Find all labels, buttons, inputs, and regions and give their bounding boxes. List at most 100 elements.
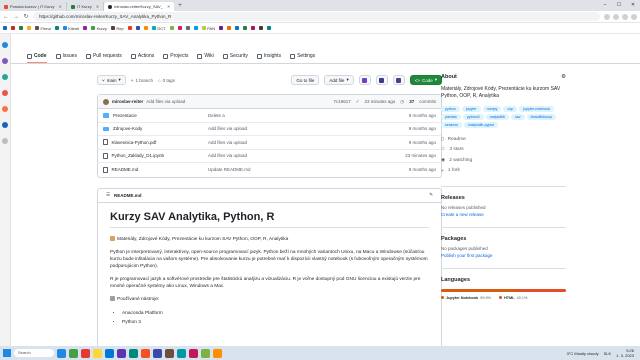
topic-tag[interactable]: pandas — [441, 114, 461, 120]
watchers-link[interactable]: ◉ 2 watching — [441, 155, 566, 166]
forward-icon[interactable]: → — [13, 14, 19, 20]
taskbar-app-icon[interactable] — [57, 348, 66, 358]
extension-icon[interactable] — [604, 13, 610, 20]
file-name-label[interactable]: Python_Zaklady_D1.ipynb — [112, 153, 165, 158]
tab-wiki[interactable]: Wiki — [197, 53, 214, 63]
browser-tab[interactable]: Ponuka kurzov | IT Kurzy ✕ — [0, 2, 67, 11]
branches-link[interactable]: ⑂ 1 branch — [131, 78, 153, 83]
bookmark-item[interactable] — [227, 26, 232, 30]
readme-link[interactable]: ▯ Readme — [441, 134, 566, 145]
tab-actions[interactable]: Actions — [130, 53, 154, 63]
file-name[interactable]: Prezentacie — [103, 113, 208, 118]
taskbar-app-icon[interactable] — [93, 348, 102, 358]
tags-link[interactable]: ⌂ 0 tags — [158, 78, 175, 83]
weather-widget[interactable]: 3°C Mostly cloudy — [567, 351, 599, 356]
url-field[interactable]: https://github.com/miroslav-reiter/Kurzy… — [33, 12, 600, 21]
go-to-file-button[interactable]: Go to file — [291, 75, 320, 85]
topic-tag[interactable]: oop — [503, 106, 518, 112]
add-icon[interactable] — [2, 138, 8, 144]
releases-title[interactable]: Releases — [441, 195, 566, 201]
bookmark-item[interactable] — [193, 26, 198, 30]
list-icon[interactable]: ☰ — [106, 192, 110, 198]
bookmark-item[interactable] — [135, 26, 140, 30]
code-button[interactable]: <> Code ▾ — [409, 75, 442, 85]
browser-tab[interactable]: IT Kurzy ✕ — [67, 2, 105, 11]
avatar[interactable] — [103, 98, 109, 105]
topic-tag[interactable]: numpy — [482, 106, 502, 112]
tab-code[interactable]: Code — [27, 53, 47, 63]
close-icon[interactable]: ✕ — [167, 4, 170, 9]
commit-hash[interactable]: 7c19617 — [333, 99, 350, 104]
language-item[interactable]: Jupyter Notebook 59.9% — [441, 296, 491, 300]
file-commit-message[interactable]: Add files via upload — [208, 153, 378, 158]
file-commit-message[interactable]: Update README.md — [208, 167, 378, 172]
taskbar-app-icon[interactable] — [177, 348, 186, 358]
file-commit-message[interactable]: Add files via upload — [208, 126, 378, 131]
file-name[interactable]: Zdrojove-Kody — [103, 126, 208, 131]
topic-tag[interactable]: python3 — [462, 114, 484, 120]
commit-message[interactable]: Add files via upload — [146, 99, 185, 104]
bookmark-item[interactable] — [3, 26, 7, 30]
taskbar-app-icon[interactable] — [153, 348, 162, 358]
bookmark-item[interactable] — [267, 26, 272, 30]
file-name[interactable]: Klavesnica-Python.pdf — [103, 139, 208, 146]
bookmark-item[interactable] — [19, 26, 23, 30]
shopping-icon[interactable] — [2, 58, 8, 64]
menu-icon[interactable] — [631, 13, 637, 20]
topic-tag[interactable]: jupyter-notebook — [519, 106, 555, 112]
bookmark-item[interactable]: PAN — [201, 26, 215, 31]
office-icon[interactable] — [2, 106, 8, 112]
codespace-icon[interactable] — [358, 75, 371, 85]
add-file-button[interactable]: Add file ▾ — [324, 75, 354, 85]
stars-link[interactable]: ☆ 3 stars — [441, 145, 566, 156]
taskbar-app-icon[interactable] — [165, 348, 174, 358]
topic-tag[interactable]: matplotlib-pyplot — [464, 122, 499, 128]
file-commit-message[interactable]: Delete a — [208, 113, 378, 118]
topic-tag[interactable]: python — [441, 106, 460, 112]
bookmark-item[interactable] — [83, 26, 88, 30]
close-icon[interactable]: ✕ — [59, 4, 62, 9]
table-row[interactable]: README.md Update README.md 9 months ago — [98, 163, 441, 177]
favorites-icon[interactable] — [613, 13, 619, 20]
file-name-label[interactable]: README.md — [112, 167, 139, 172]
close-window-button[interactable]: ✕ — [626, 0, 640, 11]
windows-start-icon[interactable] — [3, 349, 11, 357]
table-row[interactable]: Prezentacie Delete a 9 months ago — [98, 109, 441, 123]
taskbar-app-icon[interactable] — [141, 348, 150, 358]
profile-icon[interactable] — [622, 13, 628, 20]
topic-tag[interactable]: beautifulsoup — [526, 114, 556, 120]
packages-title[interactable]: Packages — [441, 236, 566, 242]
bookmark-item[interactable]: GCT — [151, 26, 166, 31]
publish-package-link[interactable]: Publish your first package — [441, 253, 566, 258]
bookmark-item[interactable]: Rep — [110, 26, 124, 31]
search-icon[interactable] — [2, 42, 8, 48]
create-release-link[interactable]: Create a new release — [441, 212, 566, 217]
bookmark-item[interactable]: Klienti — [62, 26, 79, 31]
taskbar-app-icon[interactable] — [189, 348, 198, 358]
minimize-button[interactable]: – — [598, 0, 612, 11]
tab-issues[interactable]: Issues — [55, 53, 77, 63]
table-row[interactable]: Klavesnica-Python.pdf Add files via uploa… — [98, 136, 441, 150]
reload-icon[interactable]: ↻ — [23, 13, 29, 20]
table-row[interactable]: Python_Zaklady_D1.ipynb Add files via upl… — [98, 150, 441, 163]
bookmark-item[interactable] — [259, 26, 264, 30]
commit-count[interactable]: 37 — [409, 99, 414, 104]
file-name[interactable]: Python_Zaklady_D1.ipynb — [103, 152, 208, 159]
edit-icon[interactable]: ✎ — [429, 192, 433, 198]
file-name-label[interactable]: Prezentacie — [113, 113, 137, 118]
commit-author[interactable]: miroslav-reiter — [112, 99, 143, 104]
branch-select[interactable]: ⑂ main ▾ — [97, 75, 126, 85]
games-icon[interactable] — [2, 90, 8, 96]
taskbar-search[interactable]: Search — [14, 349, 54, 357]
bookmark-item[interactable] — [54, 26, 59, 30]
close-icon[interactable]: ✕ — [96, 4, 99, 9]
forks-link[interactable]: ⑂ 1 fork — [441, 166, 566, 177]
maximize-button[interactable]: ☐ — [612, 0, 626, 11]
taskbar-app-icon[interactable] — [117, 348, 126, 358]
table-row[interactable]: Zdrojove-Kody Add files via upload 9 month… — [98, 123, 441, 136]
file-name[interactable]: README.md — [103, 166, 208, 173]
bookmark-item[interactable] — [177, 26, 182, 30]
tab-projects[interactable]: Projects — [163, 53, 188, 63]
tab-insights[interactable]: Insights — [256, 53, 281, 63]
bookmark-item[interactable] — [11, 26, 15, 30]
